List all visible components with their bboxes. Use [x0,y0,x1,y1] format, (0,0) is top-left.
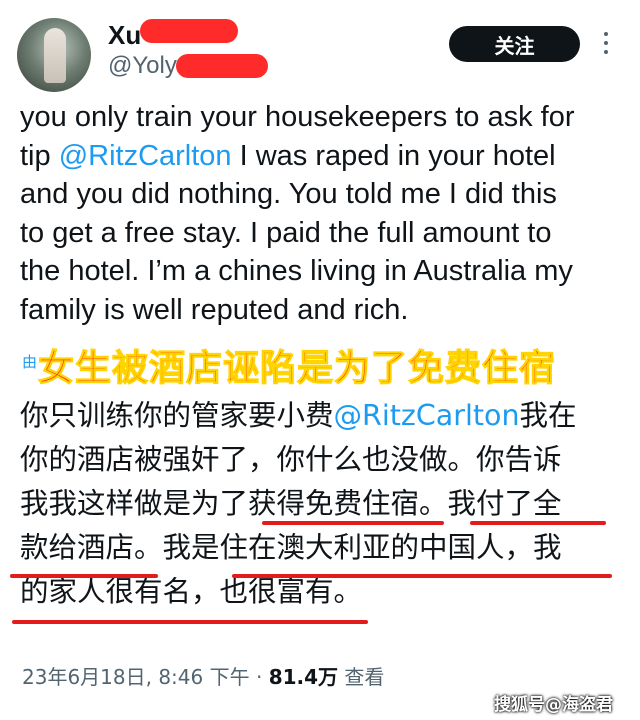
author-handle[interactable]: @Yoly [108,52,177,80]
tweet-line: and you did nothing. You told me I did t… [20,178,557,210]
tweet-text-segment: I was raped in your hotel [231,139,556,172]
highlight-underline [262,521,444,525]
source-watermark: 搜狐号@海盗君 [494,695,613,715]
mention-link[interactable]: @RitzCarlton [334,399,520,432]
highlight-underline [232,574,612,578]
view-label: 查看 [338,665,385,689]
name-redaction [140,19,238,43]
follow-button[interactable]: 关注 [449,26,580,62]
handle-redaction [176,54,268,78]
highlight-underline [470,521,606,525]
highlight-underline [10,574,158,578]
tweet-line: family is well reputed and rich. [20,293,409,326]
view-count: 81.4万 [268,665,339,689]
translation-line: 我我这样做是为了获得免费住宿。我付了全 [20,487,562,520]
tweet-line: to get a free stay. I paid the full amou… [20,216,552,249]
mention-link[interactable]: @RitzCarlton [59,140,232,172]
tweet-card: Xu @Yoly 关注 you only train your housekee… [0,0,640,720]
more-options-icon[interactable] [596,32,616,56]
tweet-line: tip @RitzCarlton I was raped in your hot… [20,137,632,176]
translation-line: 款给酒店。我是住在澳大利亚的中国人，我 [20,531,562,564]
translation-line: 你只训练你的管家要小费@RitzCarlton我在 [20,394,632,438]
translated-by-link[interactable]: 由 [22,351,37,372]
highlight-underline [12,620,368,624]
tweet-meta: 23年6月18日, 8:46 下午 · 81.4万 查看 [22,661,384,690]
avatar[interactable] [17,18,91,92]
translation-segment: 你只训练你的管家要小费 [20,399,334,432]
tweet-timestamp[interactable]: 23年6月18日, 8:46 下午 · [22,665,269,689]
tweet-text-segment: tip [20,139,59,172]
translation-segment: 我在 [519,399,577,432]
translation-line: 你的酒店被强奸了，你什么也没做。你告诉 [20,443,562,476]
translation-text: 你只训练你的管家要小费@RitzCarlton我在 你的酒店被强奸了，你什么也没… [20,394,632,614]
avatar-figure [44,28,66,83]
tweet-text: you only train your housekeepers to ask … [20,98,632,329]
author-name[interactable]: Xu [108,20,141,51]
tweet-line: the hotel. I’m a chines living in Austra… [20,255,573,287]
tweet-line: you only train your housekeepers to ask … [20,101,575,133]
headline-banner: 女生被酒店诬陷是为了免费住宿 [37,347,557,389]
